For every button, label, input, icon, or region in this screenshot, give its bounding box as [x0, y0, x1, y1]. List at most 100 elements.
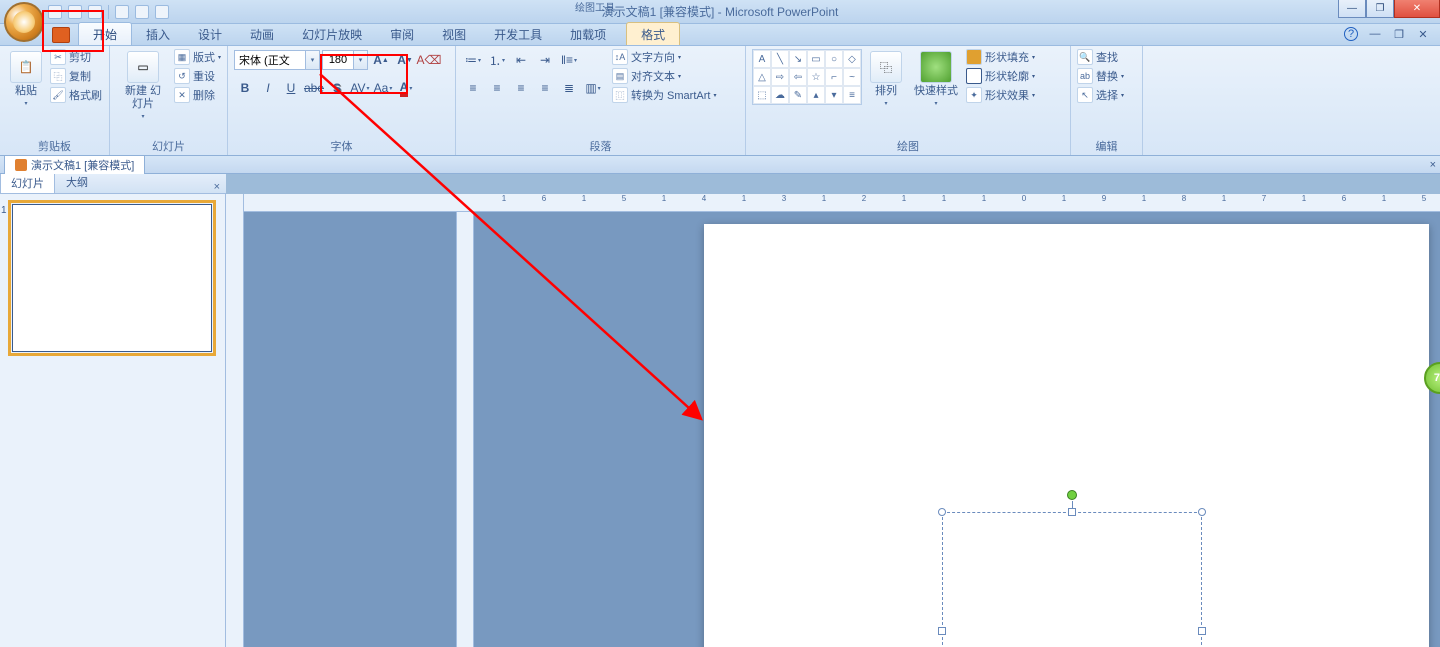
font-size-input[interactable]: [323, 51, 353, 69]
delete-slide-button[interactable]: ✕删除: [174, 87, 221, 103]
shape-leftarrow-icon[interactable]: ⇦: [789, 68, 807, 86]
app-restore-icon[interactable]: ❐: [1392, 27, 1406, 41]
shape-freeform-icon[interactable]: ✎: [789, 86, 807, 104]
change-case-button[interactable]: Aa: [372, 77, 394, 99]
font-name-input[interactable]: [235, 51, 305, 69]
font-size-dropdown-icon[interactable]: ▾: [353, 51, 367, 69]
cut-button[interactable]: ✂剪切: [50, 49, 102, 65]
shapes-gallery[interactable]: A ╲ ↘ ▭ ○ ◇ △ ⇨ ⇦ ☆ ⌐ ~ ⬚ ☁ ✎ ▴ ▾ ≡: [752, 49, 862, 105]
shape-callout-icon[interactable]: ⬚: [753, 86, 771, 104]
selected-textbox[interactable]: [942, 512, 1202, 647]
qat-superscript-icon[interactable]: [135, 5, 149, 19]
tab-insert[interactable]: 插入: [132, 23, 184, 45]
tab-dev[interactable]: 开发工具: [480, 23, 556, 45]
font-size-combo[interactable]: ▾: [322, 50, 368, 70]
copy-button[interactable]: ⿻复制: [50, 68, 102, 84]
outline-tab[interactable]: 大纲: [55, 171, 99, 193]
shape-connector-icon[interactable]: ⌐: [825, 68, 843, 86]
select-button[interactable]: ↖选择▾: [1077, 87, 1124, 103]
align-left-button[interactable]: ≡: [462, 77, 484, 99]
maximize-button[interactable]: ❐: [1366, 0, 1394, 18]
shape-oval-icon[interactable]: ○: [825, 50, 843, 68]
increase-indent-button[interactable]: ⇥: [534, 49, 556, 71]
line-spacing-button[interactable]: ‖≡: [558, 49, 580, 71]
underline-button[interactable]: U: [280, 77, 302, 99]
shape-rightarrow-icon[interactable]: ⇨: [771, 68, 789, 86]
text-direction-button[interactable]: ↕A文字方向▾: [612, 49, 716, 65]
replace-button[interactable]: ab替换▾: [1077, 68, 1124, 84]
format-painter-button[interactable]: 🖌格式刷: [50, 87, 102, 103]
shadow-button[interactable]: S: [326, 77, 348, 99]
handle-tc[interactable]: [1068, 508, 1076, 516]
shrink-font-button[interactable]: A▼: [394, 49, 416, 71]
decrease-indent-button[interactable]: ⇤: [510, 49, 532, 71]
handle-mr[interactable]: [1198, 627, 1206, 635]
italic-button[interactable]: I: [257, 77, 279, 99]
close-button[interactable]: ✕: [1394, 0, 1440, 18]
app-close-icon[interactable]: ✕: [1416, 27, 1430, 41]
tab-view[interactable]: 视图: [428, 23, 480, 45]
shape-triangle-icon[interactable]: △: [753, 68, 771, 86]
distribute-button[interactable]: ≣: [558, 77, 580, 99]
qat-more-icon[interactable]: [155, 5, 169, 19]
shape-outline-button[interactable]: 形状轮廓▾: [966, 68, 1035, 84]
reset-button[interactable]: ↺重设: [174, 68, 221, 84]
tab-design[interactable]: 设计: [184, 23, 236, 45]
justify-button[interactable]: ≡: [534, 77, 556, 99]
ribbon-minimize-icon[interactable]: —: [1368, 27, 1382, 41]
handle-tr[interactable]: [1198, 508, 1206, 516]
shape-line-icon[interactable]: ╲: [771, 50, 789, 68]
layout-button[interactable]: ▦版式▾: [174, 49, 221, 65]
numbering-button[interactable]: ⒈: [486, 49, 508, 71]
shape-rect-icon[interactable]: ▭: [807, 50, 825, 68]
bullets-button[interactable]: ≔: [462, 49, 484, 71]
align-text-button[interactable]: ▤对齐文本▾: [612, 68, 716, 84]
document-tab[interactable]: 演示文稿1 [兼容模式]: [4, 155, 145, 174]
bold-button[interactable]: B: [234, 77, 256, 99]
qat-save-icon[interactable]: [48, 5, 62, 19]
clear-format-button[interactable]: A⌫: [418, 49, 440, 71]
shape-effects-button[interactable]: ✦形状效果▾: [966, 87, 1035, 103]
paste-button[interactable]: 📋 粘贴 ▾: [6, 49, 46, 109]
slide-thumbnail-1[interactable]: 1: [12, 204, 212, 352]
shape-curve-icon[interactable]: ~: [843, 68, 861, 86]
tab-addin[interactable]: 加载项: [556, 23, 620, 45]
shape-star-icon[interactable]: ☆: [807, 68, 825, 86]
left-pane-close-icon[interactable]: ×: [208, 181, 226, 193]
find-button[interactable]: 🔍查找: [1077, 49, 1124, 65]
tab-animation[interactable]: 动画: [236, 23, 288, 45]
handle-tl[interactable]: [938, 508, 946, 516]
shape-textbox-icon[interactable]: A: [753, 50, 771, 68]
office-button[interactable]: [4, 2, 44, 42]
grow-font-button[interactable]: A▲: [370, 49, 392, 71]
shape-fill-button[interactable]: 形状填充▾: [966, 49, 1035, 65]
qat-undo-icon[interactable]: [68, 5, 82, 19]
shape-cloud-icon[interactable]: ☁: [771, 86, 789, 104]
quick-styles-button[interactable]: 快速样式 ▾: [910, 49, 962, 109]
font-color-button[interactable]: A: [395, 77, 417, 99]
qat-print-icon[interactable]: [115, 5, 129, 19]
tab-slideshow[interactable]: 幻灯片放映: [288, 23, 376, 45]
tab-home[interactable]: 开始: [78, 22, 132, 45]
arrange-button[interactable]: ⿻ 排列 ▾: [866, 49, 906, 109]
font-name-combo[interactable]: ▾: [234, 50, 320, 70]
columns-button[interactable]: ▥: [582, 77, 604, 99]
document-tab-close-icon[interactable]: ×: [1430, 159, 1436, 171]
slides-tab[interactable]: 幻灯片: [0, 172, 55, 193]
tab-format[interactable]: 格式: [626, 22, 680, 45]
align-center-button[interactable]: ≡: [486, 77, 508, 99]
tab-review[interactable]: 审阅: [376, 23, 428, 45]
shape-scroll-up-icon[interactable]: ▴: [807, 86, 825, 104]
help-icon[interactable]: ?: [1344, 27, 1358, 41]
shape-scroll-down-icon[interactable]: ▾: [825, 86, 843, 104]
shape-diamond-icon[interactable]: ◇: [843, 50, 861, 68]
rotation-handle[interactable]: [1067, 490, 1077, 500]
shapes-more-icon[interactable]: ≡: [843, 86, 861, 104]
qat-redo-icon[interactable]: [88, 5, 102, 19]
strikethrough-button[interactable]: abe: [303, 77, 325, 99]
char-spacing-button[interactable]: AV: [349, 77, 371, 99]
smartart-button[interactable]: ⿶转换为 SmartArt▾: [612, 87, 716, 103]
shape-arrow-icon[interactable]: ↘: [789, 50, 807, 68]
handle-ml[interactable]: [938, 627, 946, 635]
font-name-dropdown-icon[interactable]: ▾: [305, 51, 319, 69]
